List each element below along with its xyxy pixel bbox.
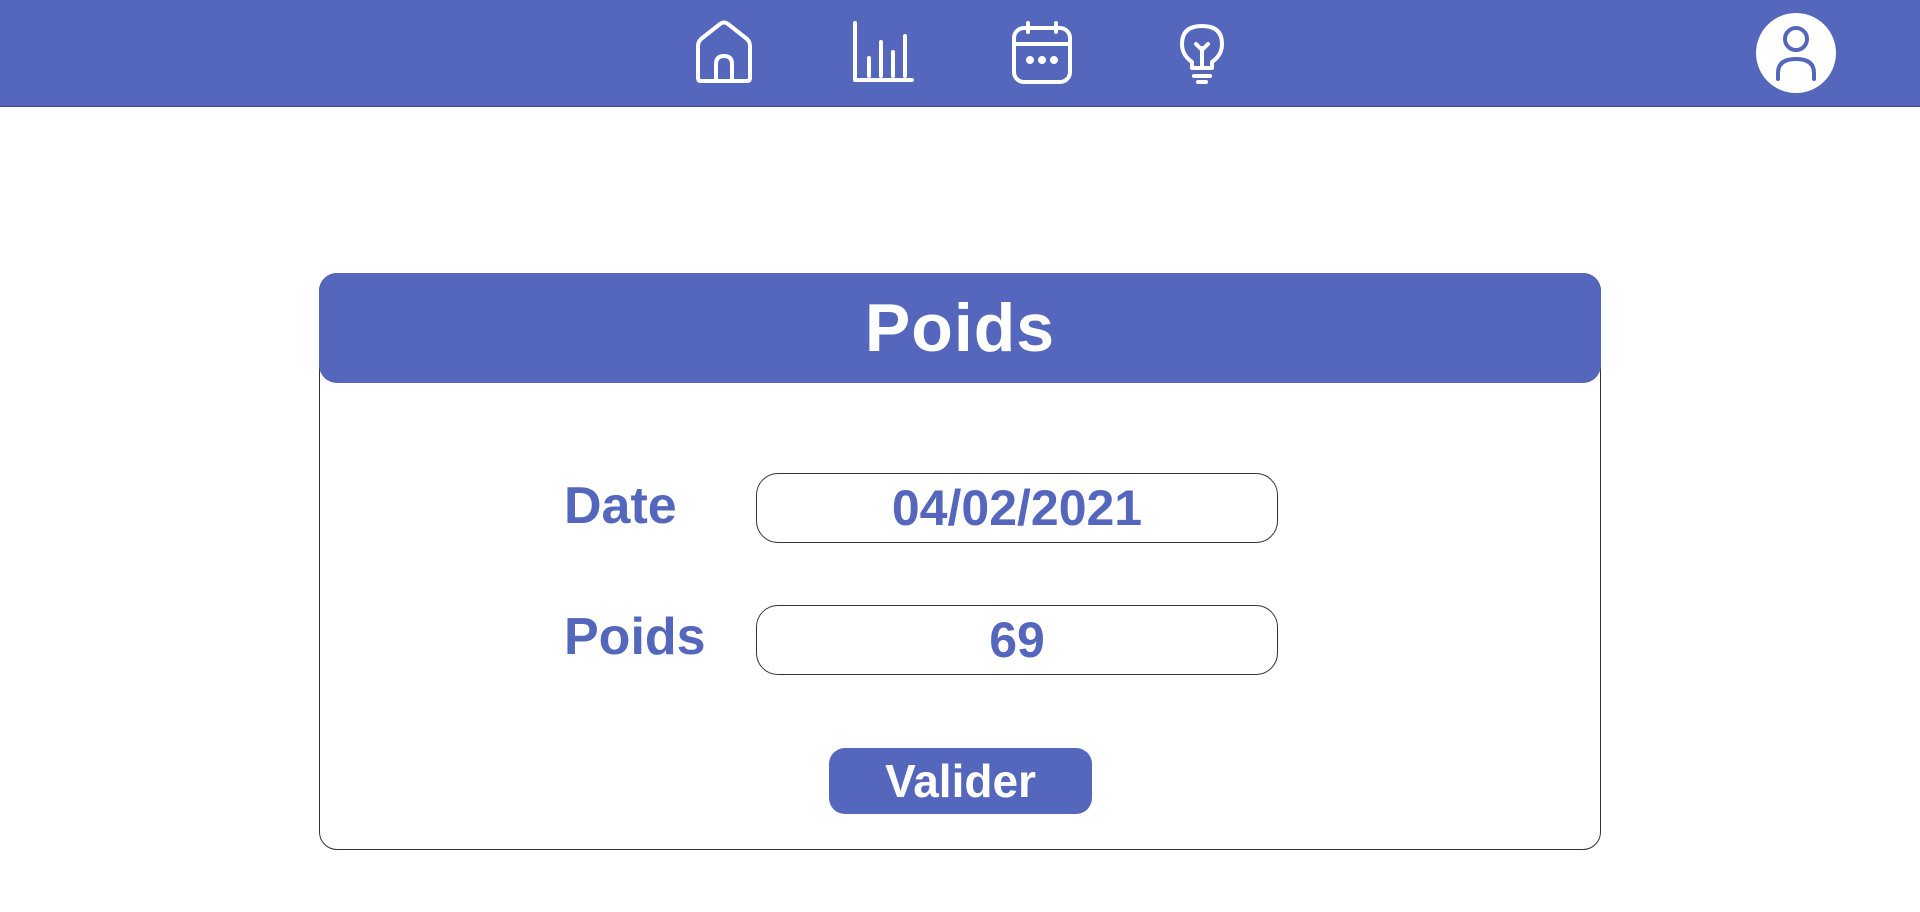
calendar-icon[interactable] bbox=[1010, 20, 1074, 86]
card-header: Poids bbox=[319, 273, 1601, 383]
home-icon[interactable] bbox=[692, 20, 756, 86]
date-label: Date bbox=[564, 477, 677, 535]
validate-button[interactable]: Valider bbox=[829, 748, 1092, 814]
top-navigation-bar bbox=[0, 0, 1920, 107]
card-title: Poids bbox=[864, 290, 1056, 366]
lightbulb-icon[interactable] bbox=[1170, 20, 1234, 86]
weight-field[interactable]: 69 bbox=[756, 605, 1278, 675]
user-avatar-button[interactable] bbox=[1756, 13, 1836, 93]
chart-bar-icon[interactable] bbox=[852, 20, 916, 86]
weight-label: Poids bbox=[564, 608, 706, 666]
date-field[interactable]: 04/02/2021 bbox=[756, 473, 1278, 543]
user-icon bbox=[1783, 26, 1809, 52]
